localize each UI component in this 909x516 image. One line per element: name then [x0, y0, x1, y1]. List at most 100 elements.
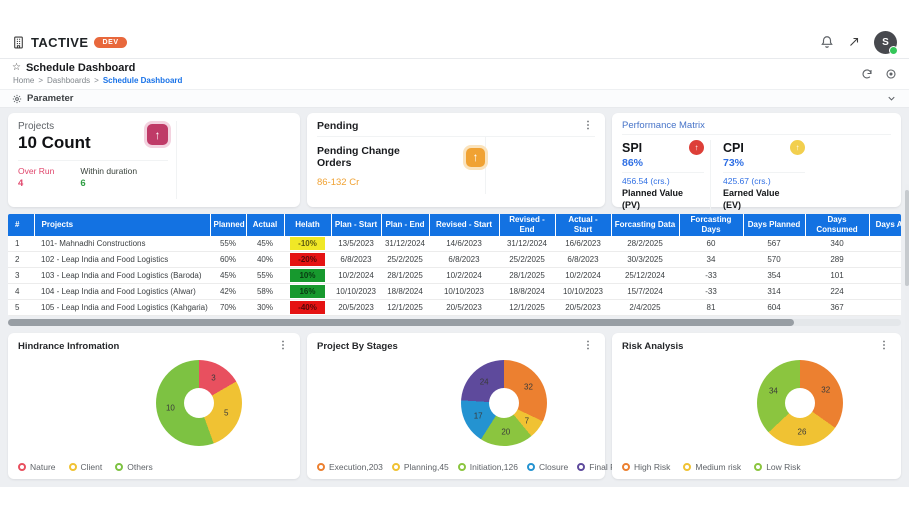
cell: 20/5/2023 [429, 299, 499, 316]
cell: 10/10/2023 [429, 283, 499, 300]
col-header[interactable]: Actual - Start [555, 214, 612, 236]
breadcrumb-home[interactable]: Home [13, 76, 34, 85]
cpi-percent: 73% [723, 157, 805, 173]
legend-dot-icon [18, 463, 26, 471]
col-header[interactable]: # [8, 214, 35, 236]
kebab-menu-icon[interactable]: ⋮ [581, 341, 595, 351]
avatar-initial: S [882, 36, 889, 48]
cell-project-name: 102 - Leap India and Food Logistics [34, 251, 210, 268]
legend-label: Low Risk [766, 462, 801, 472]
projects-table: # Projects Planned Actual Helath Plan - … [8, 214, 901, 316]
legend-item[interactable]: Planning,45 [391, 462, 449, 472]
col-header[interactable]: Revised - End [499, 214, 556, 236]
cell-project-name: 105 - Leap India and Food Logistics (Kah… [34, 299, 210, 316]
favorite-star-icon[interactable]: ☆ [12, 63, 21, 73]
projects-trend-up-button[interactable]: ↑ [147, 124, 168, 145]
legend-label: Execution,203 [329, 462, 383, 472]
legend-item[interactable]: Nature [18, 462, 56, 472]
cell: 58% [246, 283, 284, 300]
table-row[interactable]: 2 102 - Leap India and Food Logistics 60… [8, 251, 901, 268]
legend-label: Closure [538, 462, 569, 472]
cell: -33 [679, 283, 743, 300]
cell: 6/8/2023 [555, 251, 611, 268]
col-header[interactable]: Days Planned [743, 214, 806, 236]
col-header[interactable]: Projects [34, 214, 211, 236]
legend-item[interactable]: High Risk [622, 462, 670, 472]
table-row[interactable]: 1 101- Mahnadhi Constructions 55% 45% -1… [8, 236, 901, 252]
hindrance-donut-chart[interactable]: 3 5 10 [156, 360, 242, 446]
spi-percent: 86% [622, 157, 704, 173]
notification-bell-icon[interactable] [820, 35, 834, 49]
col-header[interactable]: Days Consumed [805, 214, 870, 236]
kebab-menu-icon[interactable]: ⋮ [276, 341, 290, 351]
col-header[interactable]: Plan - End [381, 214, 430, 236]
cell [869, 267, 901, 284]
breadcrumb-current[interactable]: Schedule Dashboard [103, 76, 183, 85]
cell: 31/12/2024 [499, 236, 555, 252]
cell: 6/8/2023 [429, 251, 499, 268]
slice-value-label: 26 [797, 427, 807, 437]
cell: 340 [805, 236, 869, 252]
cell: 28/1/2025 [499, 267, 555, 284]
parameter-bar[interactable]: Parameter [0, 90, 909, 108]
target-icon[interactable] [885, 68, 897, 80]
pending-trend-up-button[interactable]: ↑ [466, 147, 485, 167]
col-header[interactable]: Revised - Start [429, 214, 500, 236]
slice-value-label: 7 [524, 416, 530, 426]
legend-item[interactable]: Client [68, 462, 102, 472]
scrollbar-thumb[interactable] [8, 319, 794, 326]
cpi-caption: Earned Value (EV) [723, 188, 780, 210]
refresh-icon[interactable] [861, 68, 873, 80]
slice-value-label: 34 [768, 386, 778, 396]
cell: 20/5/2023 [331, 299, 381, 316]
legend-item[interactable]: Closure [526, 462, 569, 472]
table-row[interactable]: 4 104 - Leap India and Food Logistics (A… [8, 283, 901, 300]
legend-label: Nature [30, 462, 56, 472]
legend-item[interactable]: Low Risk [754, 462, 801, 472]
app-window: TACTIVE DEV S ☆ Schedule Dashboard Home … [0, 26, 909, 487]
health-badge: 16% [290, 285, 325, 298]
cell: 10/10/2023 [555, 283, 611, 300]
legend-item[interactable]: Initiation,126 [457, 462, 518, 472]
spi-caption: Planned Value (PV) [622, 188, 684, 210]
performance-matrix-title: Performance Matrix [622, 120, 891, 135]
horizontal-scrollbar[interactable] [8, 319, 901, 326]
col-header[interactable]: Actual [246, 214, 285, 236]
avatar[interactable]: S [874, 30, 898, 55]
col-header[interactable]: Helath [284, 214, 332, 236]
pending-change-orders-label: Pending Change Orders [317, 145, 400, 169]
breadcrumb: Home > Dashboards > Schedule Dashboard [13, 76, 182, 85]
legend-item[interactable]: Medium risk [683, 462, 741, 472]
cell: 10/2/2024 [429, 267, 499, 284]
chart-title: Hindrance Infromation [18, 341, 120, 352]
cell-project-name: 103 - Leap India and Food Logistics (Bar… [34, 267, 210, 284]
scrollbar-thumb[interactable] [905, 190, 909, 286]
legend-dot-icon [115, 463, 124, 471]
kebab-menu-icon[interactable]: ⋮ [877, 341, 891, 351]
legend-item[interactable]: Execution,203 [317, 462, 383, 472]
chevron-down-icon[interactable] [886, 93, 897, 104]
risk-donut-chart[interactable]: 32 26 34 [757, 360, 843, 446]
legend-item[interactable]: Others [115, 462, 153, 472]
health-badge: -20% [290, 253, 325, 266]
col-header[interactable]: Days Ag [869, 214, 901, 236]
cell: 4 [8, 283, 34, 300]
cell: -33 [679, 267, 743, 284]
col-header[interactable]: Forcasting Data [611, 214, 680, 236]
chart-legend: High Risk Medium risk Low Risk [622, 462, 801, 472]
stages-donut-chart[interactable]: 32 7 20 17 24 [461, 360, 547, 446]
vertical-scrollbar[interactable] [905, 184, 909, 410]
col-header[interactable]: Plan - Start [331, 214, 382, 236]
table-row[interactable]: 3 103 - Leap India and Food Logistics (B… [8, 267, 901, 284]
col-header[interactable]: Forcasting Days [679, 214, 744, 236]
cell: 567 [743, 236, 805, 252]
cell: 12/1/2025 [499, 299, 555, 316]
kebab-menu-icon[interactable]: ⋮ [581, 121, 595, 131]
dashboard-content: Projects 10 Count ↑ Over Run 4 Within du… [0, 108, 909, 487]
legend-dot-icon [457, 463, 466, 471]
breadcrumb-dashboards[interactable]: Dashboards [47, 76, 90, 85]
col-header[interactable]: Planned [210, 214, 247, 236]
expand-icon[interactable] [848, 36, 860, 48]
table-row[interactable]: 5 105 - Leap India and Food Logistics (K… [8, 299, 901, 316]
cell: 42% [210, 283, 246, 300]
